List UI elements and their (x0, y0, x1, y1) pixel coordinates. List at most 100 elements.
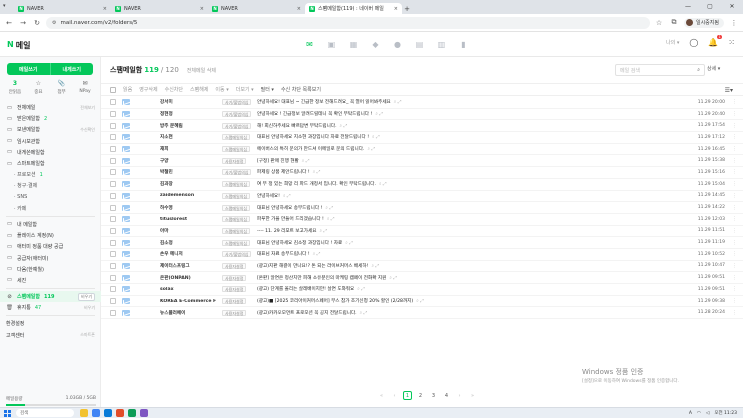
mail-sender[interactable]: 김소정 (160, 240, 216, 246)
sidebar-item[interactable]: ▭ 애터미 정품 대량 공급 (0, 241, 101, 252)
filter-button[interactable]: 필터 ▾ (261, 86, 274, 93)
sidebar-item[interactable]: ▭ 보낸메일함 수신확인 (0, 124, 101, 135)
mail-row[interactable]: 뉴스플러페이 사용자설정 (광고)카카오모먼트 프로모션 꼭 공지 전달드립니다. ⌕… (101, 307, 743, 320)
drive-app-icon[interactable]: ◆ (370, 39, 381, 49)
row-more-icon[interactable]: ⋮ (732, 134, 737, 140)
empty-trash-button[interactable]: 비우기 (84, 305, 95, 311)
sheets-icon[interactable] (128, 409, 136, 417)
envelope-icon[interactable] (122, 216, 130, 223)
mail-sender[interactable]: tituslorest (160, 217, 216, 222)
quick-important[interactable]: ☆ 중요 (29, 80, 47, 95)
volume-icon[interactable]: ◁ (706, 411, 709, 416)
not-spam-button[interactable]: 스팸해제 (190, 86, 208, 93)
tab-close-icon[interactable]: × (200, 6, 204, 12)
minimize-icon[interactable]: — (677, 0, 699, 14)
contacts-app-icon[interactable]: ▣ (326, 39, 337, 49)
envelope-icon[interactable] (122, 122, 130, 129)
row-checkbox[interactable] (110, 134, 116, 141)
sidebar-item[interactable]: ▭ 스마트메일함 (0, 158, 101, 169)
sidebar-item-trash[interactable]: 🗑 휴지통 47 비우기 (0, 302, 101, 313)
search-icon[interactable]: ⌕ (697, 67, 700, 73)
page-nav-button[interactable]: « (377, 391, 386, 400)
mail-subject[interactable]: [구정] 판매 진행 현황 ⌕ ⤢ (257, 158, 310, 164)
row-checkbox[interactable] (110, 146, 116, 153)
envelope-icon[interactable] (122, 309, 130, 316)
mail-sender[interactable]: 구양 (160, 158, 216, 164)
file-explorer-icon[interactable] (80, 409, 88, 417)
row-checkbox[interactable] (110, 204, 116, 211)
mail-row[interactable]: tituslorest 스팸메일의심 파푸한 가을 만들어 드리겠습니다 ! ⌕ ⤢ 1… (101, 214, 743, 226)
new-tab-button[interactable]: + (402, 3, 412, 14)
move-button[interactable]: 이동 ▾ (215, 86, 228, 93)
mail-row[interactable]: 손우 메니저 사기/불법의심 대표님 자료 송부드립니다 ! ⌕ ⤢ 11.29 10:… (101, 249, 743, 261)
more-button[interactable]: 더보기 ▾ (236, 86, 254, 93)
mail-app-icon[interactable]: ✉ (304, 39, 315, 49)
mail-sender[interactable]: 강서미 (160, 99, 216, 105)
mail-row[interactable]: solax 사용자설정 (광고) 단계를 올리는 살레배이지만! 살면 도와줘요 ⌕ … (101, 284, 743, 296)
mail-subject[interactable]: 해! 회신하주세요 빠르답변 부탁드립니다. ⌕ ⤢ (257, 123, 347, 129)
mail-sender[interactable]: 박철민 (160, 169, 216, 175)
preview-icon[interactable]: ⌕ ⤢ (313, 252, 321, 257)
preview-icon[interactable]: ⌕ ⤢ (345, 241, 353, 246)
mail-sender[interactable]: 김과장 (160, 181, 216, 187)
clock[interactable]: 오전 11:23 (714, 410, 737, 416)
row-checkbox[interactable] (110, 99, 116, 106)
sidebar-item[interactable]: · 카페 (0, 203, 101, 214)
back-icon[interactable]: ← (4, 18, 14, 28)
mail-subject[interactable]: 안녕하세요! 대표님 ~ 긴급한 정보 전해드려요_ 꼭 열어 읽어봐주세요 ⌕ … (257, 99, 402, 105)
page-button[interactable]: 2 (416, 391, 425, 400)
profile-button[interactable]: 일시중지됨 (683, 17, 724, 28)
preview-icon[interactable]: ⌕ ⤢ (389, 276, 397, 281)
sidebar-item-action[interactable]: 전체보기 (80, 105, 95, 111)
mail-row[interactable]: 방주 문혜림 사기/불법의심 해! 회신하주세요 빠르답변 부탁드립니다. ⌕ ⤢ 11… (101, 120, 743, 133)
naver-mail-logo[interactable]: N 메일 (7, 40, 30, 51)
lang-indicator[interactable]: A (689, 411, 692, 416)
user-menu[interactable]: 나의 ▾ (666, 39, 679, 46)
sidebar-item-spam[interactable]: ⊘ 스팸메일함 119 비우기 (0, 291, 101, 303)
envelope-icon[interactable] (122, 99, 130, 106)
office-app-icon[interactable]: ▥ (436, 39, 447, 49)
permanent-delete-button[interactable]: 영구삭제 (139, 86, 157, 93)
row-more-icon[interactable]: ⋮ (732, 205, 737, 211)
mail-subject[interactable]: (광고)지판 해결이 만나요!? 돈 되는 라이브커머스 배세하! ⌕ ⤢ (257, 263, 379, 269)
mail-row[interactable]: KOREA E-Commerce Fair 사용자설정 (광고)■ [2025 코리… (101, 296, 743, 308)
mail-subject[interactable]: 여 부 정 있는 희망 리 파드 개정서 입니다. 확인 부탁드립니다. ⌕ ⤢ (257, 181, 387, 187)
row-checkbox[interactable] (110, 157, 116, 164)
row-checkbox[interactable] (110, 309, 116, 316)
row-more-icon[interactable]: ⋮ (732, 123, 737, 129)
mail-subject[interactable]: (광고)■ [2025 코리아이커머스페어] 부스 참가 조기신청 20% 할인… (257, 298, 424, 304)
preview-icon[interactable]: ⌕ ⤢ (319, 229, 327, 234)
tab-close-icon[interactable]: × (103, 6, 107, 12)
envelope-icon[interactable] (122, 181, 130, 188)
sidebar-item[interactable]: ▭ 받은메일함 2 (0, 113, 101, 124)
advanced-search-button[interactable]: 상세 ▾ (707, 65, 720, 72)
row-more-icon[interactable]: ⋮ (732, 193, 737, 199)
browser-tab-4[interactable]: N 스팸메일함(119) : 네이버 메일 × (305, 3, 402, 14)
envelope-icon[interactable] (122, 227, 130, 234)
quick-npay[interactable]: ✉ NPay (76, 80, 94, 95)
preview-icon[interactable]: ⌕ ⤢ (394, 100, 402, 105)
tab-close-icon[interactable]: × (394, 6, 398, 12)
row-more-icon[interactable]: ⋮ (732, 263, 737, 269)
envelope-icon[interactable] (122, 134, 130, 141)
sidebar-item[interactable]: · SNS (0, 192, 101, 203)
mail-subject[interactable]: 파푸한 가을 만들어 드리겠습니다 ! ⌕ ⤢ (257, 216, 335, 222)
sidebar-item[interactable]: · 청구·결제 (0, 180, 101, 191)
mail-sender[interactable]: 방주 문혜림 (160, 123, 216, 129)
office-icon[interactable] (116, 409, 124, 417)
memo-app-icon[interactable]: ● (392, 39, 403, 49)
page-button[interactable]: 1 (403, 391, 412, 400)
envelope-icon[interactable] (122, 146, 130, 153)
row-checkbox[interactable] (110, 239, 116, 246)
tab-list-icon[interactable]: ▾ (3, 3, 11, 11)
preview-icon[interactable]: ⌕ ⤢ (371, 264, 379, 269)
mail-row[interactable]: 정현정 사기/불법의심 안녕하세요 ! 긴급정보 알려드릴테니 꼭 확인 부탁드립니… (101, 109, 743, 121)
wifi-icon[interactable]: ◠ (697, 411, 701, 416)
mail-sender[interactable]: 재희 (160, 146, 216, 152)
url-field[interactable]: ⚙ mail.naver.com/v2/folders/5 (46, 16, 650, 29)
mail-row[interactable]: 재희 스팸메일의심 에이버스의 특히 문의가 만드셔 이메일로 문의 드립니다. ⌕ … (101, 144, 743, 156)
apps-grid-icon[interactable]: ⁙ (728, 38, 735, 47)
mail-sender[interactable]: 아마 (160, 228, 216, 234)
page-nav-button[interactable]: » (468, 391, 477, 400)
mail-row[interactable]: 구양 사용자설정 [구정] 판매 진행 현황 ⌕ ⤢ 11.29 15:38 ⋮ (101, 155, 743, 168)
